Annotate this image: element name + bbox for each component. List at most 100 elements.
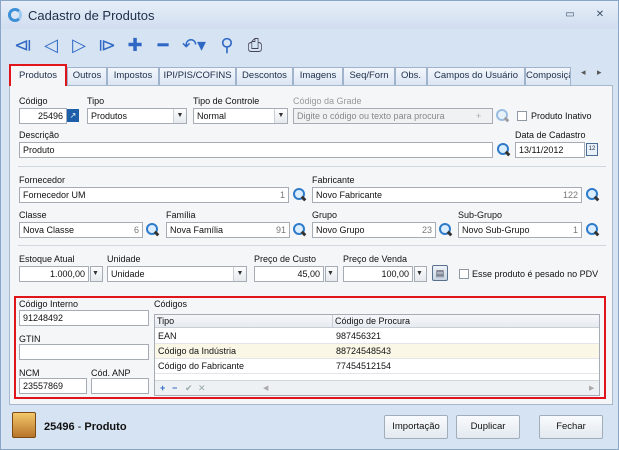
grupo-label: Grupo — [312, 210, 338, 220]
search-icon[interactable]: ⚲ — [215, 33, 239, 57]
window-title: Cadastro de Produtos — [28, 8, 155, 23]
chevron-down-icon[interactable]: ▼ — [91, 267, 102, 281]
grupo-search-icon[interactable] — [437, 222, 453, 238]
table-row[interactable]: EAN 987456321 — [155, 329, 599, 344]
confirm-row-icon[interactable]: ✔ — [185, 383, 193, 394]
chevron-down-icon[interactable]: ▼ — [173, 109, 186, 123]
last-record-icon[interactable]: ⧐ — [95, 33, 119, 57]
estoque-dropdown[interactable]: ▼ — [90, 266, 103, 282]
importacao-button[interactable]: Importação — [384, 415, 448, 439]
status-bar: 25496 - Produto — [1, 406, 618, 450]
chevron-down-icon[interactable]: ▼ — [326, 267, 337, 281]
familia-field[interactable]: Nova Família 91 — [166, 222, 290, 238]
tab-obs[interactable]: Obs. — [395, 67, 427, 85]
calendar-icon[interactable]: 12 — [586, 143, 598, 156]
tab-outros[interactable]: Outros — [67, 67, 107, 85]
descricao-field[interactable]: Produto — [19, 142, 493, 158]
cancel-row-icon[interactable]: ✕ — [198, 383, 206, 394]
tab-imagens[interactable]: Imagens — [293, 67, 343, 85]
estoque-label: Estoque Atual — [19, 254, 75, 264]
unidade-label: Unidade — [107, 254, 141, 264]
grade-add-icon[interactable]: + — [476, 111, 481, 121]
tab-produtos[interactable]: Produtos — [9, 64, 67, 86]
chevron-down-icon[interactable]: ▼ — [274, 109, 287, 123]
preco-venda-dropdown[interactable]: ▼ — [414, 266, 427, 282]
codigos-label: Códigos — [154, 299, 188, 309]
tab-seq-forn[interactable]: Seq/Forn — [343, 67, 395, 85]
open-link-icon[interactable]: ↗ — [67, 109, 79, 122]
preco-custo-label: Preço de Custo — [254, 254, 317, 264]
gtin-field[interactable] — [19, 344, 149, 360]
tipo-label: Tipo — [87, 96, 105, 106]
minimize-button[interactable]: ▭ — [563, 9, 577, 20]
fechar-button[interactable]: Fechar — [539, 415, 603, 439]
first-record-icon[interactable]: ⧏ — [11, 33, 35, 57]
preco-custo-dropdown[interactable]: ▼ — [325, 266, 338, 282]
tab-scroll-right-icon[interactable]: ▸ — [597, 67, 602, 78]
data-cadastro-field[interactable]: 13/11/2012 — [515, 142, 585, 158]
produto-inativo-label: Produto Inativo — [531, 111, 592, 121]
fornecedor-search-icon[interactable] — [291, 187, 307, 203]
codigo-field[interactable]: 25496 — [19, 108, 67, 124]
preco-custo-field[interactable]: 45,00 — [254, 266, 324, 282]
pesado-pdv-checkbox[interactable] — [459, 269, 469, 279]
subgrupo-search-icon[interactable] — [584, 222, 600, 238]
scroll-right-icon[interactable]: ▶ — [589, 384, 594, 392]
pesado-pdv-label: Esse produto é pesado no PDV — [472, 269, 599, 279]
add-row-icon[interactable]: + — [160, 383, 165, 393]
classe-label: Classe — [19, 210, 47, 220]
classe-field[interactable]: Nova Classe 6 — [19, 222, 143, 238]
subgrupo-field[interactable]: Novo Sub-Grupo 1 — [458, 222, 582, 238]
grade-search-icon[interactable] — [494, 108, 510, 124]
tab-ipi-pis-cofins[interactable]: IPI/PIS/COFINS — [159, 67, 236, 85]
preco-venda-label: Preço de Venda — [343, 254, 408, 264]
tab-scroll-left-icon[interactable]: ◂ — [581, 67, 586, 78]
print-icon[interactable]: ⎙ — [243, 33, 267, 57]
remove-row-icon[interactable]: − — [172, 383, 177, 393]
codigo-interno-field[interactable]: 91248492 — [19, 310, 149, 326]
remove-icon[interactable]: ━ — [151, 33, 175, 57]
calculator-icon[interactable]: ▤ — [432, 265, 448, 281]
preco-venda-field[interactable]: 100,00 — [343, 266, 413, 282]
tipo-controle-select[interactable]: Normal ▼ — [193, 108, 288, 124]
familia-search-icon[interactable] — [291, 222, 307, 238]
produto-inativo-checkbox[interactable] — [517, 111, 527, 121]
fornecedor-field[interactable]: Fornecedor UM 1 — [19, 187, 289, 203]
next-record-icon[interactable]: ▷ — [67, 33, 91, 57]
window: Cadastro de Produtos ▭ ✕ ⧏ ◁ ▷ ⧐ ✚ ━ ↶▾ … — [0, 0, 619, 450]
tab-descontos[interactable]: Descontos — [236, 67, 293, 85]
subgrupo-label: Sub-Grupo — [458, 210, 503, 220]
tipo-select[interactable]: Produtos ▼ — [87, 108, 187, 124]
cod-anp-field[interactable] — [91, 378, 149, 394]
grupo-field[interactable]: Novo Grupo 23 — [312, 222, 436, 238]
codigo-interno-label: Código Interno — [19, 299, 79, 309]
classe-search-icon[interactable] — [144, 222, 160, 238]
tab-campos-do-usuario[interactable]: Campos do Usuário — [427, 67, 525, 85]
ncm-field[interactable]: 23557869 — [19, 378, 87, 394]
close-button[interactable]: ✕ — [593, 9, 607, 20]
gtin-label: GTIN — [19, 334, 41, 344]
fabricante-search-icon[interactable] — [584, 187, 600, 203]
tab-impostos[interactable]: Impostos — [107, 67, 159, 85]
codigo-grade-field[interactable]: Digite o código ou texto para procura — [293, 108, 493, 124]
column-header-tipo[interactable]: Tipo — [155, 315, 333, 328]
tab-strip: Produtos Outros Impostos IPI/PIS/COFINS … — [9, 64, 613, 86]
add-icon[interactable]: ✚ — [123, 33, 147, 57]
unidade-select[interactable]: Unidade ▼ — [107, 266, 247, 282]
status-product: 25496 - Produto — [44, 421, 127, 433]
scroll-left-icon[interactable]: ◀ — [263, 384, 268, 392]
descricao-search-icon[interactable] — [495, 142, 511, 158]
fabricante-field[interactable]: Novo Fabricante 122 — [312, 187, 582, 203]
undo-dropdown-icon[interactable]: ↶▾ — [179, 33, 209, 57]
table-row[interactable]: Código da Indústria 88724548543 — [155, 344, 599, 359]
duplicar-button[interactable]: Duplicar — [456, 415, 520, 439]
chevron-down-icon[interactable]: ▼ — [233, 267, 246, 281]
estoque-field[interactable]: 1.000,00 — [19, 266, 89, 282]
chevron-down-icon[interactable]: ▼ — [415, 267, 426, 281]
table-row[interactable]: Código do Fabricante 77454512154 — [155, 359, 599, 374]
column-header-codigo-procura[interactable]: Código de Procura — [333, 315, 599, 328]
product-box-icon — [12, 412, 36, 438]
fabricante-label: Fabricante — [312, 175, 355, 185]
previous-record-icon[interactable]: ◁ — [39, 33, 63, 57]
tab-composicao[interactable]: Composiçã — [525, 67, 571, 85]
